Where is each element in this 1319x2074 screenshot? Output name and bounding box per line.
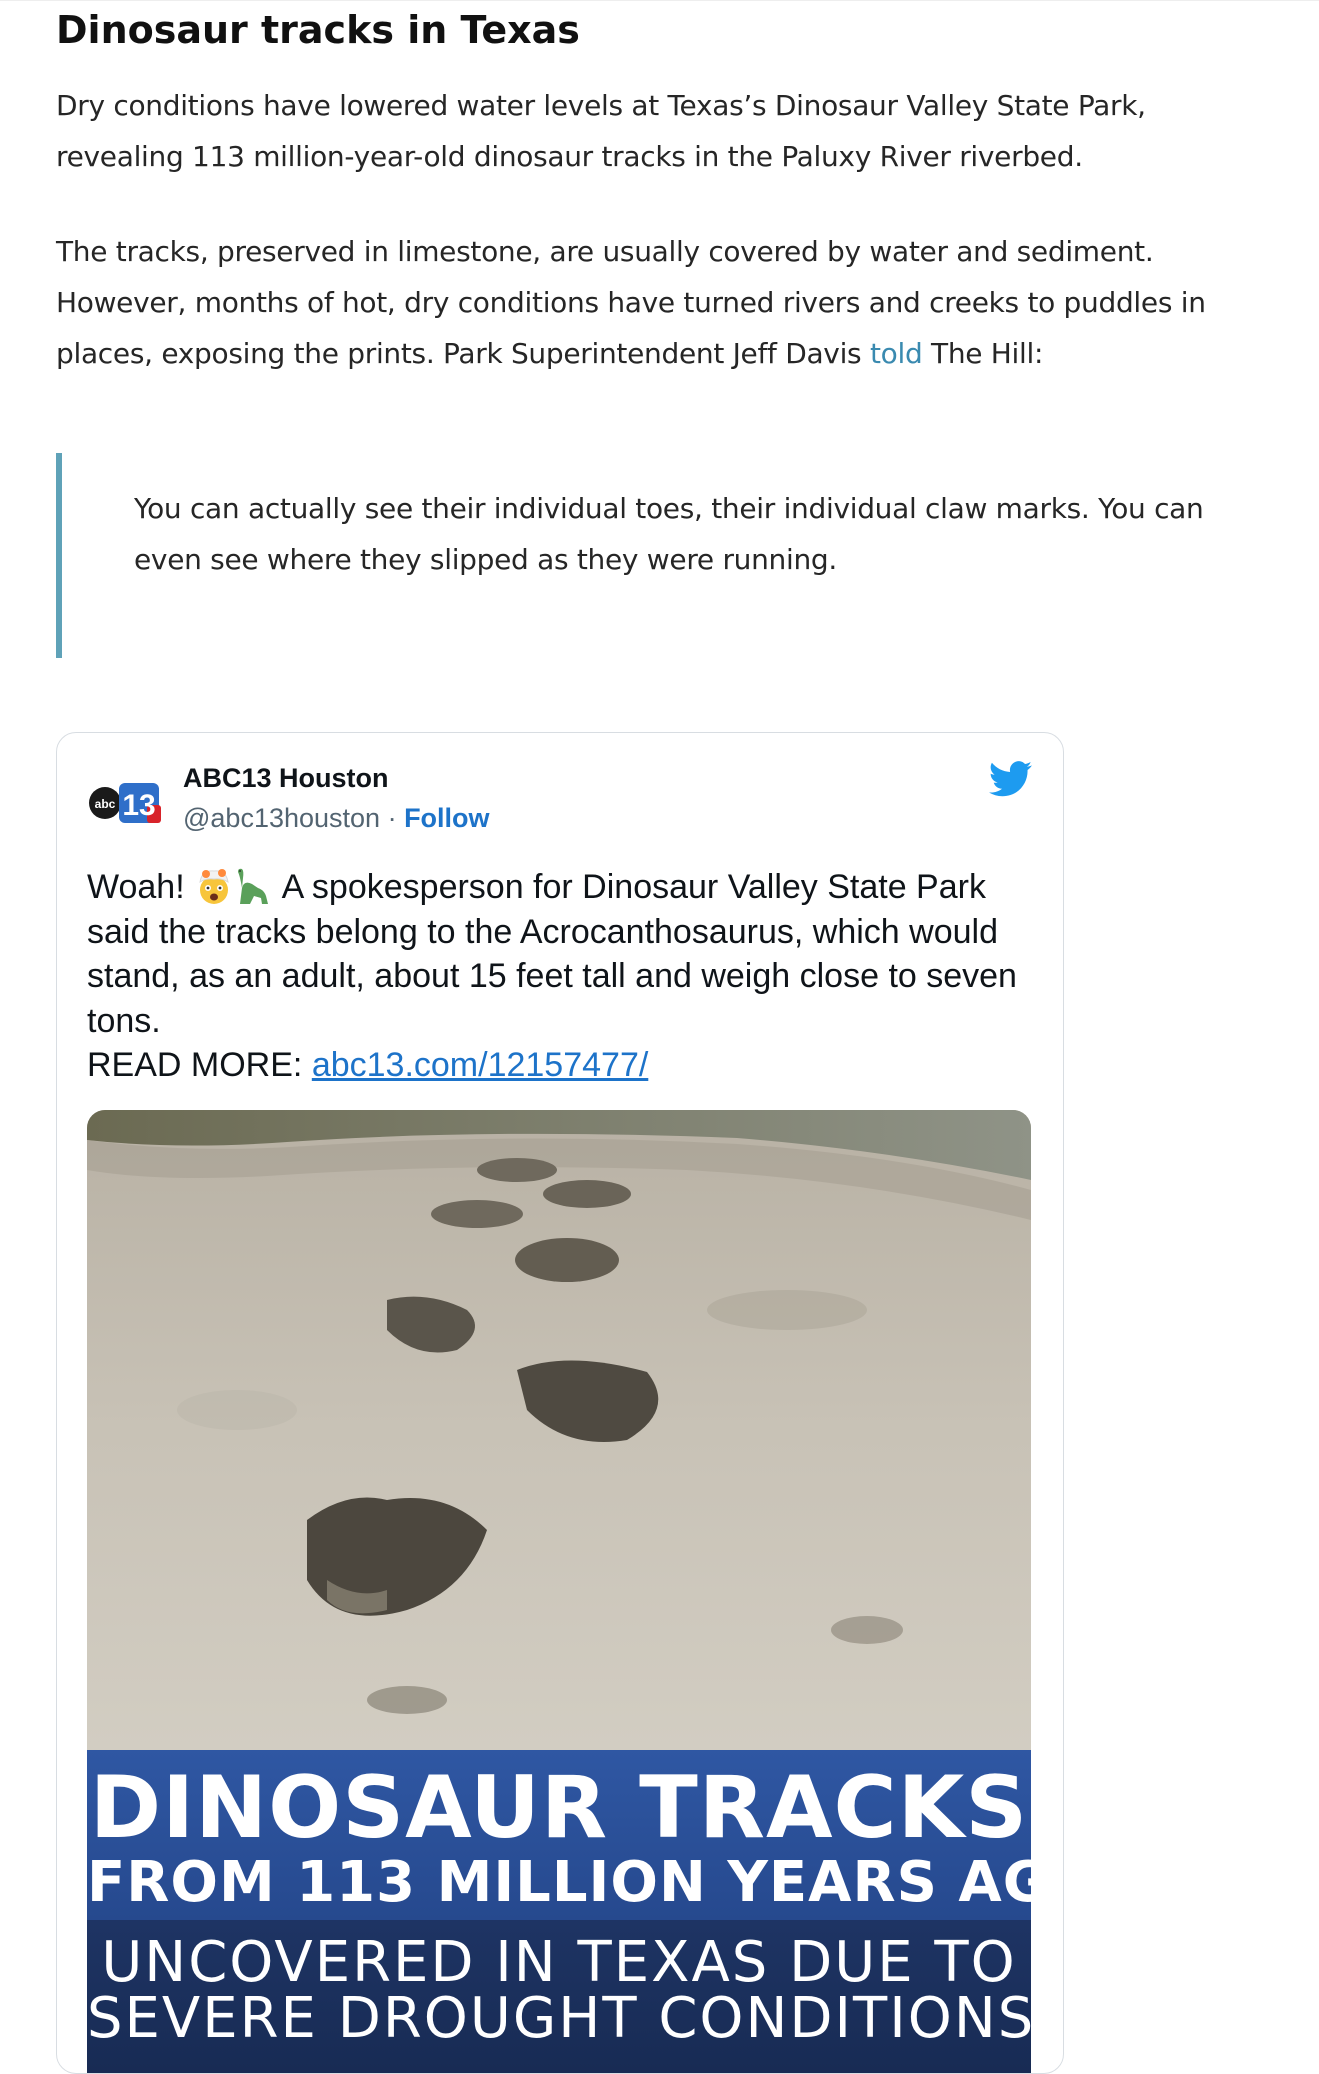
banner-line-4: SEVERE DROUGHT CONDITIONS — [87, 1986, 1031, 2051]
tweet-media-image[interactable]: DINOSAUR TRACKS FROM 113 MILLION YEARS A… — [87, 1110, 1031, 2073]
article-paragraph-1: Dry conditions have lowered water levels… — [56, 89, 1146, 173]
banner-line-2: FROM 113 MILLION YEARS AGO — [87, 1850, 1031, 1915]
exploding-head-emoji-icon — [199, 869, 229, 904]
tweet-text-intro: Woah! — [87, 868, 195, 906]
tweet-text: Woah! A spokesperson for Dinosaur Valley… — [87, 865, 1027, 1088]
read-more-link[interactable]: abc13.com/12157477/ — [312, 1046, 648, 1084]
svg-text:abc: abc — [95, 797, 116, 811]
page-top-divider — [0, 0, 1319, 1]
told-link[interactable]: told — [870, 337, 923, 370]
blockquote-accent-bar — [56, 453, 62, 658]
banner-headline-bottom: UNCOVERED IN TEXAS DUE TO SEVERE DROUGHT… — [87, 1920, 1031, 2073]
sauropod-emoji-icon — [238, 868, 269, 904]
handle-separator: · — [380, 803, 405, 833]
page-title: Dinosaur tracks in Texas — [56, 8, 580, 52]
article-paragraph-2: The tracks, preserved in limestone, are … — [56, 226, 1276, 379]
blockquote-text: You can actually see their individual to… — [134, 492, 1204, 576]
tweet-handle-row: @abc13houston · Follow — [183, 803, 490, 834]
tweet-handle[interactable]: @abc13houston — [183, 803, 380, 833]
paragraph-2-tail: The Hill: — [922, 337, 1044, 370]
read-more-label: READ MORE: — [87, 1046, 312, 1084]
banner-headline-top: DINOSAUR TRACKS FROM 113 MILLION YEARS A… — [87, 1750, 1031, 1920]
banner-line-1: DINOSAUR TRACKS — [89, 1758, 1029, 1858]
abc13-avatar[interactable]: abc 13 — [87, 775, 165, 831]
svg-text:13: 13 — [122, 789, 155, 822]
follow-button[interactable]: Follow — [404, 803, 489, 833]
dinosaur-tracks-photo — [87, 1110, 1031, 1750]
tweet-author-name[interactable]: ABC13 Houston — [183, 763, 389, 794]
twitter-bird-icon[interactable] — [989, 761, 1033, 797]
embedded-tweet[interactable]: abc 13 ABC13 Houston @abc13houston · Fol… — [56, 732, 1064, 2074]
